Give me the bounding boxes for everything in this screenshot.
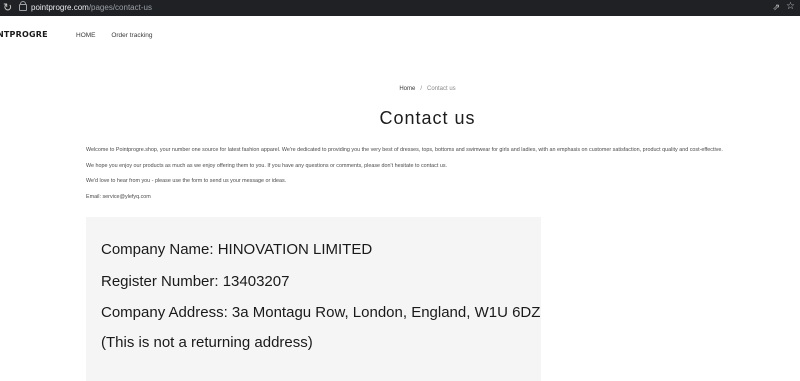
company-info-box: Company Name: HINOVATION LIMITED Registe… xyxy=(86,217,541,381)
register-number: Register Number: 13403207 xyxy=(101,273,290,290)
nav-order-tracking-link[interactable]: Order tracking xyxy=(111,32,152,39)
browser-toolbar: ↻ pointprogre.com/pages/contact-us ⇗ ☆ xyxy=(0,0,800,16)
reload-icon[interactable]: ↻ xyxy=(3,1,12,15)
breadcrumb-current: Contact us xyxy=(427,86,456,92)
breadcrumb-separator: / xyxy=(420,86,422,92)
breadcrumb: Home / Contact us xyxy=(0,86,800,92)
page-title: Contact us xyxy=(379,108,476,128)
breadcrumb-home-link[interactable]: Home xyxy=(399,86,415,92)
share-icon[interactable]: ⇗ xyxy=(772,2,780,13)
enjoy-paragraph: We hope you enjoy our products as much a… xyxy=(86,162,448,169)
site-header: NTPROGRE HOME Order tracking xyxy=(0,16,800,58)
hear-from-you-paragraph: We'd love to hear from you - please use … xyxy=(86,178,287,185)
nav-home-link[interactable]: HOME xyxy=(76,32,96,39)
company-name: Company Name: HINOVATION LIMITED xyxy=(101,241,373,258)
page-content: Welcome to Pointprogre.shop, your number… xyxy=(86,146,751,209)
email-paragraph: Email: service@ylefyq.com xyxy=(86,194,151,201)
site-logo[interactable]: NTPROGRE xyxy=(0,30,48,39)
main-nav: HOME Order tracking xyxy=(76,32,167,39)
lock-icon[interactable] xyxy=(19,1,27,11)
welcome-paragraph: Welcome to Pointprogre.shop, your number… xyxy=(86,147,723,153)
address-note: (This is not a returning address) xyxy=(101,334,313,351)
address-bar[interactable]: pointprogre.com/pages/contact-us xyxy=(31,2,152,13)
url-path: /pages/contact-us xyxy=(88,3,152,12)
company-address: Company Address: 3a Montagu Row, London,… xyxy=(101,304,541,321)
bookmark-star-icon[interactable]: ☆ xyxy=(786,1,795,13)
url-host: pointprogre.com xyxy=(31,3,89,12)
